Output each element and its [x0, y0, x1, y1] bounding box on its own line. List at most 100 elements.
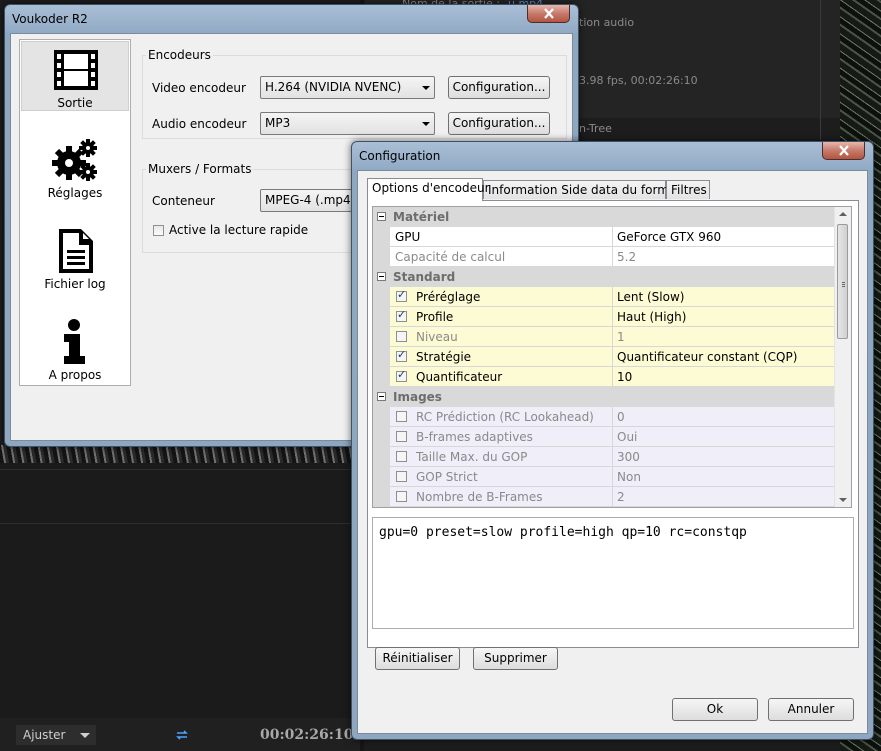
- grid-row[interactable]: Profile Haut (High): [373, 307, 835, 327]
- tab-filtres[interactable]: Filtres: [666, 180, 710, 199]
- grid-property-value-cell[interactable]: 5.2: [613, 247, 835, 267]
- scroll-up-icon[interactable]: [839, 212, 847, 216]
- grid-category[interactable]: Standard: [373, 267, 835, 287]
- grid-property-value-cell[interactable]: Oui: [613, 427, 835, 447]
- property-checkbox[interactable]: [396, 308, 407, 322]
- grid-row[interactable]: GPU GeForce GTX 960: [373, 227, 835, 247]
- grid-property-value-cell[interactable]: 300: [613, 447, 835, 467]
- grip-icon: [842, 282, 845, 283]
- reset-button[interactable]: Réinitialiser: [375, 647, 460, 670]
- close-button[interactable]: [527, 5, 570, 23]
- grid-property-value-cell[interactable]: Non: [613, 467, 835, 487]
- grid-property-value-cell[interactable]: 1: [613, 327, 835, 347]
- background-sideline: [820, 0, 821, 140]
- cancel-button[interactable]: Annuler: [768, 698, 854, 721]
- video-config-button[interactable]: Configuration...: [448, 76, 550, 99]
- container-value: MPEG-4 (.mp4): [265, 193, 356, 207]
- grid-property-name-cell: Quantificateur: [390, 367, 613, 387]
- grid-property-value: Non: [617, 470, 641, 484]
- collapse-icon[interactable]: [377, 272, 386, 281]
- grid-property-value-cell[interactable]: 10: [613, 367, 835, 387]
- config-client: Options d'encodeur Information Side data…: [357, 170, 868, 734]
- grid-row[interactable]: B-frames adaptives Oui: [373, 427, 835, 447]
- grid-row[interactable]: GOP Strict Non: [373, 467, 835, 487]
- grid-property-value-cell[interactable]: GeForce GTX 960: [613, 227, 835, 247]
- window-title: Configuration: [359, 149, 441, 163]
- grid-row[interactable]: Nombre de B-Frames 2: [373, 487, 835, 507]
- command-line-box[interactable]: gpu=0 preset=slow profile=high qp=10 rc=…: [372, 517, 854, 629]
- grid-property-value-cell[interactable]: 0: [613, 407, 835, 427]
- grid-scrollbar[interactable]: [834, 207, 851, 507]
- video-encoder-select[interactable]: H.264 (NVIDIA NVENC): [260, 76, 435, 99]
- grid-property-name-cell: Préréglage: [390, 287, 613, 307]
- grid-gutter: [373, 347, 390, 367]
- config-window: Configuration Options d'encodeur Informa…: [351, 141, 874, 740]
- zoom-select[interactable]: Ajuster: [16, 725, 96, 745]
- property-checkbox[interactable]: [396, 451, 407, 462]
- tab-pane: Nombre de B-Frames 2 GOP Strict Non Taille M…: [367, 200, 859, 670]
- grid-property-name: Niveau: [416, 330, 458, 344]
- sidebar-item-sortie[interactable]: Sortie: [21, 41, 129, 111]
- zoom-select-label: Ajuster: [23, 728, 66, 742]
- grid-category-label: Matériel: [393, 210, 450, 224]
- property-checkbox[interactable]: [396, 471, 407, 482]
- scroll-down-icon[interactable]: [839, 498, 847, 502]
- property-checkbox[interactable]: [396, 331, 407, 342]
- audio-config-button[interactable]: Configuration...: [448, 112, 550, 135]
- sidebar-item-fichier-log[interactable]: Fichier log: [21, 223, 129, 293]
- fast-start-checkbox[interactable]: [153, 225, 164, 236]
- grid-property-value-cell[interactable]: 2: [613, 487, 835, 507]
- timecode: 00:02:26:10: [260, 727, 354, 743]
- grid-category[interactable]: Matériel: [373, 207, 835, 227]
- ok-button[interactable]: Ok: [672, 698, 758, 721]
- property-checkbox[interactable]: [396, 368, 407, 382]
- grid-property-value: 1: [617, 330, 625, 344]
- grid-row[interactable]: Niveau 1: [373, 327, 835, 347]
- property-checkbox[interactable]: [396, 411, 407, 422]
- chevron-down-icon: [80, 733, 90, 738]
- delete-button[interactable]: Supprimer: [473, 647, 558, 670]
- grid-row[interactable]: Stratégie Quantificateur constant (CQP): [373, 347, 835, 367]
- property-checkbox[interactable]: [396, 491, 407, 502]
- grid-property-name-cell: Capacité de calcul: [390, 247, 613, 267]
- tab-options-encodeur[interactable]: Options d'encodeur: [367, 178, 490, 201]
- grid-row[interactable]: Préréglage Lent (Slow): [373, 287, 835, 307]
- close-icon: [839, 145, 849, 156]
- grid-property-name-cell: RC Prédiction (RC Lookahead): [390, 407, 613, 427]
- property-checkbox[interactable]: [396, 431, 407, 442]
- sidebar-item-label: Sortie: [57, 96, 93, 110]
- grid-row[interactable]: Capacité de calcul 5.2: [373, 247, 835, 267]
- grid-property-value-cell[interactable]: Quantificateur constant (CQP): [613, 347, 835, 367]
- close-button[interactable]: [822, 142, 865, 160]
- encoders-group-title: Encodeurs: [146, 48, 213, 62]
- sidebar-item-reglages[interactable]: Réglages: [21, 132, 129, 202]
- collapse-icon[interactable]: [377, 392, 386, 401]
- scroll-thumb[interactable]: [837, 224, 848, 339]
- grid-row[interactable]: Taille Max. du GOP 300: [373, 447, 835, 467]
- fast-start-label[interactable]: Active la lecture rapide: [169, 223, 308, 237]
- grid-property-name-cell: GOP Strict: [390, 467, 613, 487]
- grid-property-value-cell[interactable]: Lent (Slow): [613, 287, 835, 307]
- gears-icon: [52, 139, 97, 181]
- audio-encoder-select[interactable]: MP3: [260, 112, 435, 135]
- chevron-down-icon: [422, 122, 430, 126]
- sidebar-item-label: Fichier log: [44, 277, 106, 291]
- property-checkbox[interactable]: [396, 348, 407, 362]
- grid-property-value-cell[interactable]: Haut (High): [613, 307, 835, 327]
- loop-icon[interactable]: [174, 727, 190, 743]
- tree-info-text: n-Tree: [579, 122, 612, 135]
- grid-row[interactable]: RC Prédiction (RC Lookahead) 0: [373, 407, 835, 427]
- collapse-icon[interactable]: [377, 212, 386, 221]
- grid-property-name: GPU: [395, 230, 421, 244]
- sidebar-item-a-propos[interactable]: A propos: [21, 314, 129, 384]
- grid-property-value: Quantificateur constant (CQP): [617, 350, 798, 364]
- command-line-text: gpu=0 preset=slow profile=high qp=10 rc=…: [379, 525, 747, 540]
- property-checkbox[interactable]: [396, 288, 407, 302]
- grid-row[interactable]: Quantificateur 10: [373, 367, 835, 387]
- property-grid[interactable]: Nombre de B-Frames 2 GOP Strict Non Taille M…: [372, 206, 852, 508]
- video-encoder-label: Video encodeur: [152, 81, 246, 95]
- grid-property-name: Nombre de B-Frames: [416, 490, 543, 504]
- grid-category[interactable]: Images: [373, 387, 835, 407]
- tab-side-data[interactable]: Information Side data du format: [483, 180, 681, 199]
- window-title: Voukoder R2: [12, 12, 88, 26]
